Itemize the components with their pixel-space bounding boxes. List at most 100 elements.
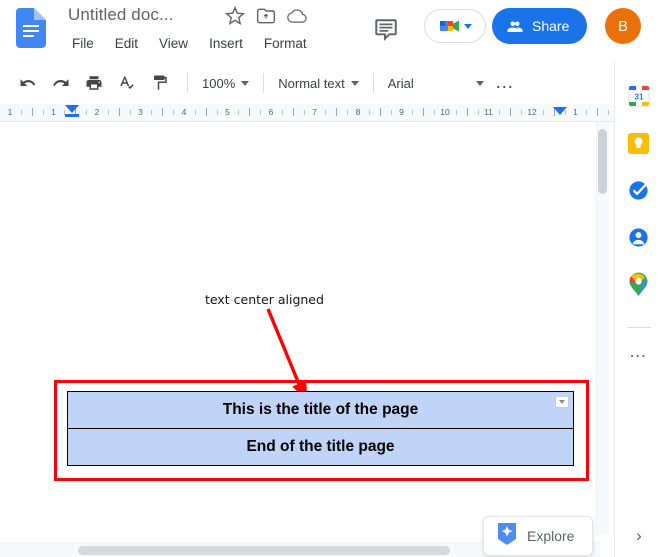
table-cell[interactable]: This is the title of the page	[67, 391, 574, 429]
ruler-tick	[42, 110, 44, 115]
side-panel-more-button[interactable]: …	[629, 342, 649, 360]
ruler-label: 10	[440, 107, 450, 117]
ruler-tick	[20, 110, 22, 115]
left-indent-marker[interactable]	[65, 105, 79, 113]
ruler-tick	[608, 110, 610, 115]
ruler-label: 3	[138, 107, 143, 117]
ruler-label: 9	[399, 107, 404, 117]
menu-item-format[interactable]: Format	[262, 35, 309, 52]
google-contacts-icon[interactable]	[626, 224, 652, 250]
menu-item-edit[interactable]: Edit	[113, 35, 140, 52]
docs-logo-icon[interactable]	[16, 8, 46, 48]
table-row[interactable]: This is the title of the page	[67, 391, 574, 429]
table-cell[interactable]: End of the title page	[67, 428, 574, 466]
ruler-tick	[542, 110, 544, 115]
menu-bar: File Edit View Insert Format	[70, 35, 309, 52]
comment-history-icon[interactable]	[373, 17, 399, 43]
toolbar-divider	[187, 73, 188, 93]
chevron-down-icon	[559, 400, 565, 404]
document-table[interactable]: This is the title of the page End of the…	[67, 391, 574, 466]
paragraph-style-select[interactable]: Normal text	[272, 69, 364, 97]
ruler-tick	[260, 110, 262, 115]
paint-format-icon[interactable]	[146, 69, 174, 97]
ruler-label: 1	[573, 107, 578, 117]
google-meet-icon	[439, 17, 461, 35]
explore-button[interactable]: Explore	[483, 516, 594, 556]
move-to-folder-icon[interactable]	[256, 6, 276, 26]
ruler-tick	[249, 108, 251, 116]
google-meet-button[interactable]	[424, 9, 486, 43]
ruler-tick	[281, 110, 283, 115]
chevron-down-icon	[350, 80, 359, 86]
vertical-scrollbar[interactable]	[598, 129, 607, 194]
right-indent-marker[interactable]	[553, 107, 567, 115]
ruler-tick	[521, 110, 523, 115]
toolbar-more-button[interactable]: …	[490, 73, 520, 92]
menu-item-insert[interactable]: Insert	[207, 35, 245, 52]
share-button[interactable]: Share	[492, 8, 588, 44]
ruler-tick	[303, 110, 305, 115]
menu-item-file[interactable]: File	[70, 35, 96, 52]
google-maps-icon[interactable]	[626, 271, 652, 297]
ruler-tick	[423, 108, 425, 116]
ruler-tick	[499, 110, 501, 115]
document-canvas[interactable]: text center aligned This is the title of…	[0, 122, 600, 535]
google-calendar-icon[interactable]: 31	[626, 83, 652, 109]
font-select[interactable]: Arial	[382, 69, 490, 97]
ruler-tick	[390, 110, 392, 115]
google-keep-icon[interactable]	[626, 130, 652, 156]
undo-icon[interactable]	[14, 69, 42, 97]
expand-side-panel-button[interactable]: ›	[628, 525, 650, 547]
cloud-saved-icon[interactable]	[287, 6, 307, 26]
share-label: Share	[532, 18, 570, 34]
ruler-label: 2	[94, 107, 100, 117]
ruler-tick	[205, 108, 207, 116]
explore-star-icon	[496, 522, 518, 551]
ruler-tick	[118, 108, 120, 116]
side-panel: 31 …	[614, 62, 662, 557]
ruler-tick	[325, 110, 327, 115]
document-title[interactable]: Untitled doc...	[68, 5, 173, 25]
ruler-tick	[31, 108, 33, 116]
ruler-label: 8	[355, 107, 361, 117]
ruler-label: 1	[7, 107, 13, 117]
google-docs-window: Untitled doc... File Edit View Insert Fo…	[0, 0, 662, 557]
ruler-label: 4	[181, 107, 187, 117]
first-line-indent-marker[interactable]	[65, 114, 79, 117]
redo-icon[interactable]	[47, 69, 75, 97]
ruler[interactable]: 1 1 2 3 4 5 6 7 8 9 10 11 12 1	[0, 104, 614, 122]
font-value: Arial	[387, 75, 414, 91]
avatar[interactable]: B	[605, 8, 641, 44]
ruler-tick	[151, 110, 153, 115]
table-options-button[interactable]	[555, 396, 569, 408]
toolbar-divider	[263, 73, 265, 93]
ruler-tick	[292, 108, 294, 116]
ruler-tick	[129, 110, 131, 115]
share-person-icon	[507, 21, 523, 32]
top-bar: Untitled doc... File Edit View Insert Fo…	[0, 0, 662, 62]
table-cell-text: This is the title of the page	[222, 401, 419, 418]
ruler-tick	[238, 110, 240, 115]
zoom-select[interactable]: 100%	[196, 69, 255, 97]
style-value: Normal text	[278, 75, 345, 91]
formatting-toolbar: 100% Normal text Arial …	[0, 62, 614, 104]
ruler-tick	[368, 110, 370, 115]
chevron-down-icon	[475, 80, 484, 86]
ruler-tick	[510, 108, 512, 116]
ruler-tick	[466, 108, 468, 116]
menu-item-view[interactable]: View	[157, 35, 190, 52]
ruler-tick	[216, 110, 218, 115]
toolbar-divider	[372, 73, 374, 93]
ruler-label: 5	[225, 107, 230, 117]
ruler-tick	[173, 110, 175, 115]
annotation-label: text center aligned	[205, 292, 324, 307]
ruler-label: 6	[268, 107, 274, 117]
ruler-tick	[347, 110, 349, 115]
table-row[interactable]: End of the title page	[67, 428, 574, 466]
spelling-check-icon[interactable]	[113, 69, 141, 97]
horizontal-scrollbar[interactable]	[78, 546, 450, 555]
ruler-tick	[379, 108, 381, 116]
print-icon[interactable]	[80, 69, 108, 97]
google-tasks-icon[interactable]	[626, 177, 652, 203]
star-icon[interactable]	[225, 6, 245, 26]
